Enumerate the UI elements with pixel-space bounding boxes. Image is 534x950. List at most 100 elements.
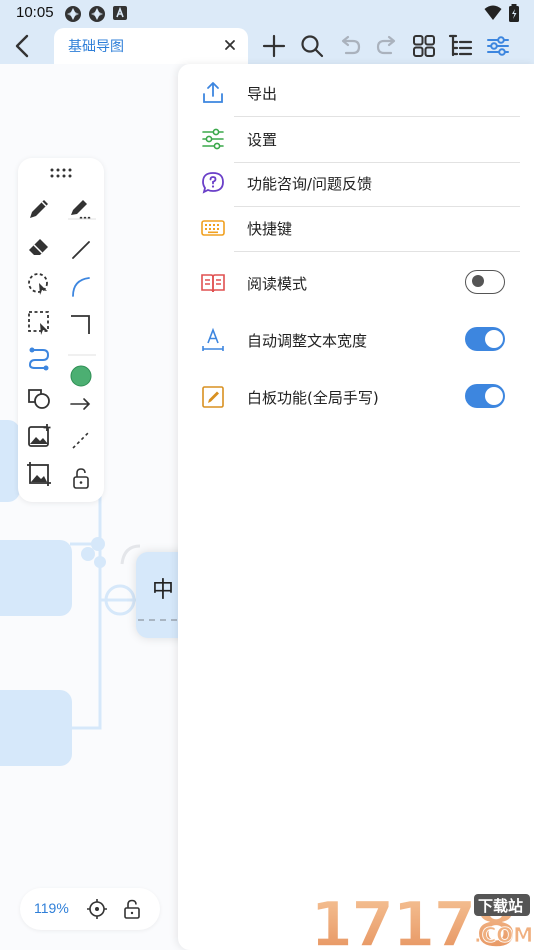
svg-text:.COM: .COM xyxy=(474,923,533,947)
app-notification-icon xyxy=(65,6,81,22)
color-swatch-icon xyxy=(70,365,92,387)
menu-item-whiteboard[interactable]: 白板功能(全局手写) xyxy=(178,375,534,420)
menu-item-label: 设置 xyxy=(247,131,278,149)
undo-button[interactable] xyxy=(336,32,364,60)
menu-item-label: 快捷键 xyxy=(247,220,293,238)
menu-item-export[interactable]: 导出 xyxy=(178,71,534,116)
color-picker[interactable] xyxy=(67,362,95,390)
pen-tool[interactable] xyxy=(25,195,53,223)
grid-icon xyxy=(413,35,435,57)
palette-divider xyxy=(68,354,96,356)
help-icon xyxy=(202,172,224,194)
search-icon xyxy=(301,35,324,58)
plus-icon xyxy=(262,34,286,58)
toggle-knob xyxy=(485,387,503,405)
text-width-icon xyxy=(202,327,224,351)
lock-tool[interactable] xyxy=(67,464,95,492)
drag-handle-icon[interactable] xyxy=(49,168,73,178)
mindmap-node[interactable] xyxy=(0,540,72,616)
menu-item-label: 白板功能(全局手写) xyxy=(247,389,379,407)
zoom-bar: 119% xyxy=(20,888,160,930)
status-system-icons xyxy=(484,4,520,22)
a-notification-icon xyxy=(113,6,127,20)
menu-item-label: 功能咨询/问题反馈 xyxy=(247,175,373,193)
center-topic-text: 中 xyxy=(152,578,175,603)
lasso-tool[interactable] xyxy=(25,270,53,298)
status-bar: 10:05 xyxy=(0,0,534,28)
book-icon xyxy=(201,274,225,293)
settings-panel: 导出 设置 功能咨询/问题反馈 快捷键 阅读模式 自动调整文本宽度 白板功能(全… xyxy=(178,64,534,950)
palette-divider xyxy=(68,218,96,220)
menu-item-reading-mode[interactable]: 阅读模式 xyxy=(178,261,534,306)
wifi-icon xyxy=(484,5,502,20)
locate-center-icon[interactable] xyxy=(86,898,108,920)
eraser-icon xyxy=(29,239,48,255)
tab-title: 基础导图 xyxy=(68,39,124,55)
menu-item-settings[interactable]: 设置 xyxy=(178,117,534,162)
tab-close-button[interactable] xyxy=(220,35,240,55)
redo-icon xyxy=(376,35,396,55)
line-tool[interactable] xyxy=(67,236,95,264)
line-icon xyxy=(72,241,90,259)
back-button[interactable] xyxy=(8,30,38,62)
status-time: 10:05 xyxy=(16,4,54,21)
corner-line-tool[interactable] xyxy=(67,310,95,338)
menu-item-feedback[interactable]: 功能咨询/问题反馈 xyxy=(178,161,534,206)
export-icon xyxy=(203,82,223,103)
mindmap-node[interactable] xyxy=(0,690,72,766)
svg-text:下载站: 下载站 xyxy=(478,897,523,915)
search-button[interactable] xyxy=(298,32,326,60)
menu-divider xyxy=(234,251,520,252)
menu-item-label: 阅读模式 xyxy=(247,275,308,293)
redo-button[interactable] xyxy=(373,32,401,60)
outline-icon xyxy=(448,34,473,57)
reading-mode-toggle[interactable] xyxy=(465,270,505,294)
auto-text-width-toggle[interactable] xyxy=(465,327,505,351)
arrow-right-icon xyxy=(70,398,91,410)
arc-icon xyxy=(72,277,90,297)
rect-select-icon xyxy=(28,311,49,335)
sliders-icon xyxy=(487,36,509,56)
menu-item-shortcuts[interactable]: 快捷键 xyxy=(178,206,534,251)
tool-palette xyxy=(18,158,104,502)
dashed-line-icon xyxy=(72,431,90,449)
outline-button[interactable] xyxy=(447,32,475,60)
dashed-line-tool[interactable] xyxy=(67,426,95,454)
whiteboard-icon xyxy=(202,386,224,408)
whiteboard-toggle[interactable] xyxy=(465,384,505,408)
zoom-level[interactable]: 119% xyxy=(34,900,69,916)
menu-item-label: 自动调整文本宽度 xyxy=(247,332,368,350)
image-frame-icon xyxy=(27,462,51,486)
layout-button[interactable] xyxy=(410,32,438,60)
document-tab[interactable]: 基础导图 xyxy=(54,28,248,64)
insert-image-tool[interactable] xyxy=(25,422,53,450)
chevron-left-icon xyxy=(15,34,29,58)
menu-item-auto-text-width[interactable]: 自动调整文本宽度 xyxy=(178,318,534,363)
settings-sliders-icon xyxy=(202,128,224,150)
arc-tool[interactable] xyxy=(67,272,95,300)
app-notification-icon xyxy=(89,6,105,22)
lock-open-icon xyxy=(73,468,89,489)
undo-icon xyxy=(341,35,361,55)
connector-icon xyxy=(28,347,50,371)
menu-item-label: 导出 xyxy=(247,85,278,103)
connector-tool[interactable] xyxy=(25,344,53,372)
shapes-icon xyxy=(28,389,50,409)
lasso-select-icon xyxy=(28,273,48,295)
lock-canvas-icon[interactable] xyxy=(121,898,143,920)
image-crop-tool[interactable] xyxy=(25,460,53,488)
mindmap-node[interactable] xyxy=(0,420,20,502)
settings-button[interactable] xyxy=(484,32,512,60)
image-add-icon xyxy=(28,424,51,447)
battery-icon xyxy=(509,4,519,22)
keyboard-icon xyxy=(201,220,225,236)
eraser-tool[interactable] xyxy=(25,232,53,260)
arrow-tool[interactable] xyxy=(67,390,95,418)
status-notification-icons xyxy=(64,5,128,23)
site-watermark-logo: 17178 下载站 .COM xyxy=(309,888,533,950)
shape-tool[interactable] xyxy=(25,384,53,412)
toggle-knob xyxy=(485,330,503,348)
add-button[interactable] xyxy=(260,32,288,60)
rect-select-tool[interactable] xyxy=(25,308,53,336)
pen-icon xyxy=(30,200,48,218)
